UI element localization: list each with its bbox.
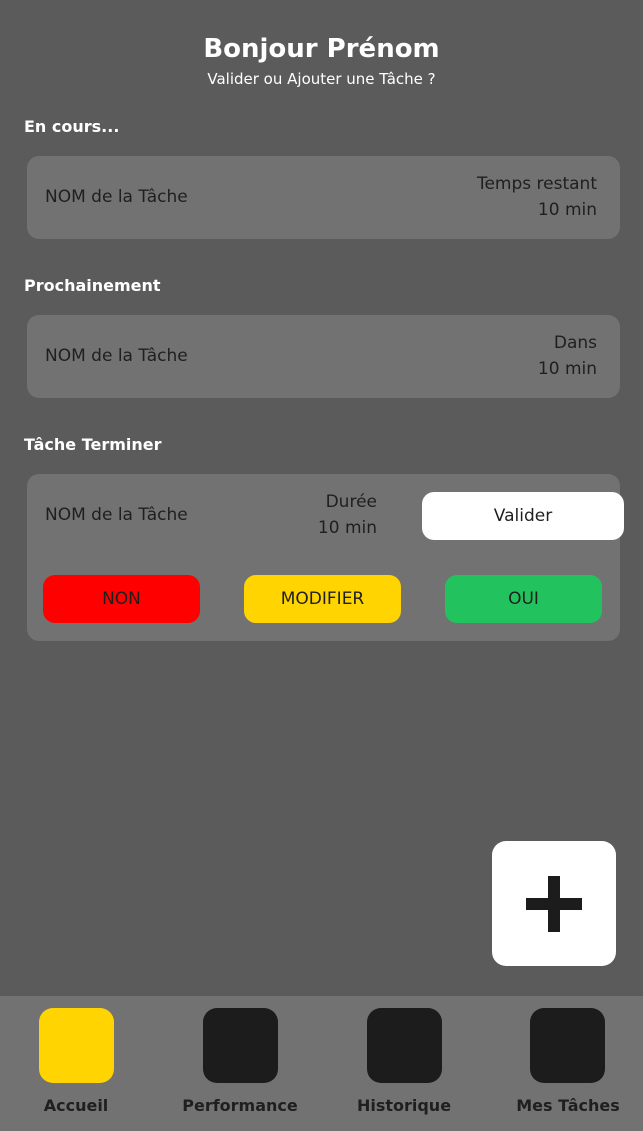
finished-task-actions: NON MODIFIER OUI	[27, 558, 620, 641]
nav-label-accueil: Accueil	[43, 1096, 109, 1115]
nav-item-mes-taches[interactable]: Mes Tâches	[488, 996, 643, 1131]
tasks-icon	[530, 1008, 605, 1083]
add-task-button[interactable]	[492, 841, 616, 966]
section-title-finished: Tâche Terminer	[24, 435, 162, 454]
nav-label-historique: Historique	[356, 1096, 452, 1115]
section-title-current: En cours...	[24, 117, 120, 136]
upcoming-task-meta-value: 10 min	[537, 359, 597, 379]
finished-task-card: NOM de la Tâche Durée 10 min Valider	[27, 474, 624, 558]
upcoming-task-name: NOM de la Tâche	[45, 346, 188, 366]
current-task-meta-label: Temps restant	[476, 174, 597, 194]
history-icon	[367, 1008, 442, 1083]
performance-icon	[203, 1008, 278, 1083]
finished-task-name: NOM de la Tâche	[45, 505, 188, 525]
home-icon	[39, 1008, 114, 1083]
current-task-card[interactable]: NOM de la Tâche Temps restant 10 min	[27, 156, 620, 239]
current-task-name: NOM de la Tâche	[45, 187, 188, 207]
yes-button[interactable]: OUI	[445, 575, 602, 623]
nav-label-mes-taches: Mes Tâches	[516, 1096, 620, 1115]
no-button[interactable]: NON	[43, 575, 200, 623]
nav-item-performance[interactable]: Performance	[160, 996, 320, 1131]
plus-icon	[526, 875, 582, 932]
finished-task-meta-value: 10 min	[317, 518, 377, 538]
current-task-meta-value: 10 min	[537, 200, 597, 220]
section-title-upcoming: Prochainement	[24, 276, 161, 295]
nav-item-historique[interactable]: Historique	[324, 996, 484, 1131]
nav-label-performance: Performance	[182, 1096, 298, 1115]
finished-task-meta-label: Durée	[325, 492, 377, 512]
edit-button[interactable]: MODIFIER	[244, 575, 401, 623]
upcoming-task-meta-label: Dans	[553, 333, 597, 353]
nav-item-accueil[interactable]: Accueil	[0, 996, 156, 1131]
page-subtitle: Valider ou Ajouter une Tâche ?	[207, 70, 436, 88]
bottom-nav: Accueil Performance Historique Mes Tâche…	[0, 996, 643, 1131]
validate-button[interactable]: Valider	[422, 492, 624, 540]
upcoming-task-card[interactable]: NOM de la Tâche Dans 10 min	[27, 315, 620, 398]
page-title: Bonjour Prénom	[203, 34, 440, 64]
header: Bonjour Prénom Valider ou Ajouter une Tâ…	[0, 32, 643, 89]
